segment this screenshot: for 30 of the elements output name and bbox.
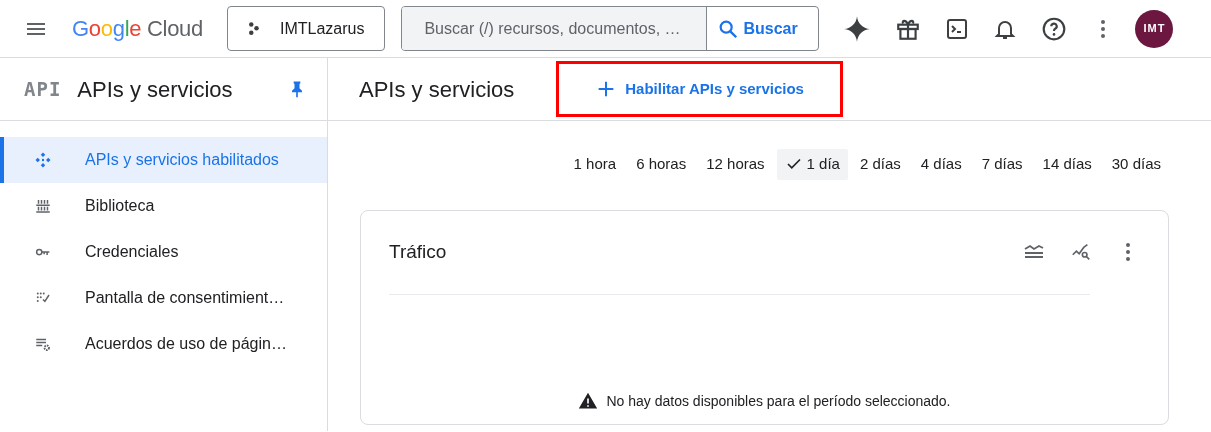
empty-message: No hay datos disponibles para el período seleccionado. bbox=[606, 391, 951, 411]
columns-icon bbox=[34, 197, 52, 215]
time-range-option[interactable]: 1 día bbox=[776, 149, 848, 180]
time-range-option[interactable]: 4 días bbox=[912, 149, 970, 180]
sidebar-item[interactable]: Credenciales bbox=[0, 229, 327, 275]
warning-icon bbox=[578, 391, 599, 411]
sidebar-item[interactable]: Pantalla de consentimient… bbox=[0, 275, 327, 321]
search-field[interactable]: Buscar (/) recursos, documentos, … bbox=[402, 7, 708, 50]
sidebar-item[interactable]: Biblioteca bbox=[0, 183, 327, 229]
help-icon[interactable] bbox=[1041, 15, 1068, 42]
time-range-option[interactable]: 1 hora bbox=[565, 149, 625, 180]
move-arrows-icon bbox=[34, 151, 52, 169]
time-range-option[interactable]: 7 días bbox=[973, 149, 1031, 180]
sidebar-title: APIs y servicios bbox=[77, 75, 234, 104]
project-selector[interactable]: IMTLazarus bbox=[226, 6, 386, 51]
chart-search-icon[interactable] bbox=[1070, 241, 1092, 263]
time-range-option[interactable]: 14 días bbox=[1034, 149, 1100, 180]
time-range-option[interactable]: 2 días bbox=[851, 149, 909, 180]
card-title: Tráfico bbox=[389, 239, 448, 264]
enable-apis-button[interactable]: Habilitar APIs y servicios bbox=[556, 61, 843, 117]
time-range-option[interactable]: 6 horas bbox=[628, 149, 695, 180]
time-range-option[interactable]: 12 horas bbox=[698, 149, 773, 180]
page-title: APIs y servicios bbox=[359, 75, 515, 104]
sidebar-item[interactable]: APIs y servicios habilitados bbox=[0, 137, 327, 183]
sidebar-item[interactable]: Acuerdos de uso de págin… bbox=[0, 321, 327, 367]
google-cloud-logo[interactable]: Google Cloud bbox=[72, 12, 203, 45]
terminal-icon[interactable] bbox=[945, 16, 970, 41]
api-label: API bbox=[24, 76, 62, 102]
avatar[interactable]: IMT bbox=[1135, 9, 1174, 48]
time-range-option[interactable]: 30 días bbox=[1103, 149, 1169, 180]
